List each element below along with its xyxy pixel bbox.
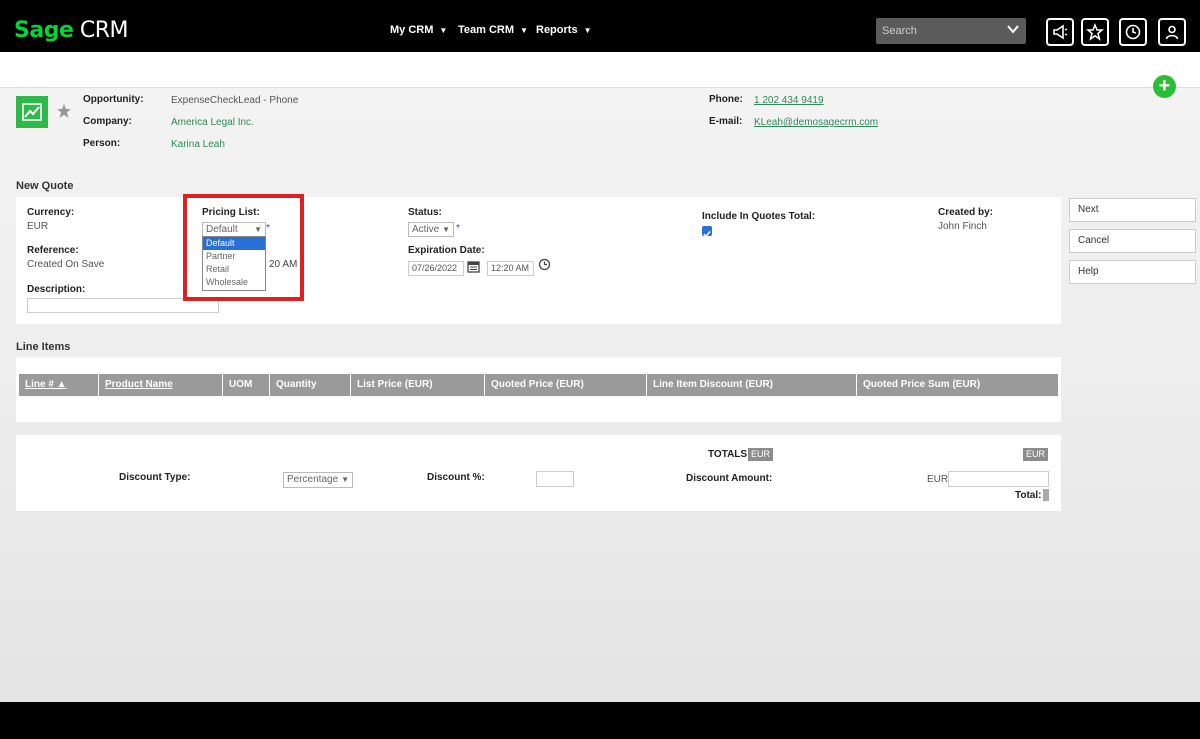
column-line-number[interactable]: Line # ▲: [19, 374, 99, 396]
caret-down-icon: ▼: [439, 26, 448, 35]
totals-label: TOTALS: [708, 449, 748, 460]
reference-value: Created On Save: [27, 259, 105, 270]
discount-amount-input[interactable]: [948, 471, 1049, 487]
status-selected: Active: [412, 224, 440, 235]
checkmark-icon: [703, 231, 711, 238]
bottom-letterbox: [0, 702, 1200, 739]
email-link[interactable]: KLeah@demosagecrm.com: [754, 117, 878, 128]
help-button[interactable]: Help: [1069, 260, 1196, 284]
opportunity-label: Opportunity:: [83, 94, 144, 105]
top-app-bar: Sage CRM My CRM ▼ Team CRM ▼ Reports ▼: [0, 0, 1200, 52]
line-items-title: Line Items: [16, 341, 71, 353]
nav-team-crm[interactable]: Team CRM ▼: [458, 24, 528, 36]
nav-reports[interactable]: Reports ▼: [536, 24, 591, 36]
person-link[interactable]: Karina Leah: [171, 139, 225, 150]
discount-type-select[interactable]: Percentage ▼: [283, 472, 353, 488]
status-select[interactable]: Active ▼: [408, 222, 454, 237]
email-label: E-mail:: [709, 116, 743, 127]
chevron-down-icon: ▼: [341, 475, 349, 484]
phone-link[interactable]: 1 202 434 9419: [754, 95, 824, 106]
column-list-price: List Price (EUR): [351, 374, 485, 396]
reference-label: Reference:: [27, 245, 79, 256]
cancel-button[interactable]: Cancel: [1069, 229, 1196, 253]
column-quantity: Quantity: [270, 374, 351, 396]
logo-product: CRM: [79, 18, 129, 43]
company-link[interactable]: America Legal Inc.: [171, 117, 254, 128]
company-label: Company:: [83, 116, 132, 127]
created-by-value: John Finch: [938, 221, 987, 232]
logo-brand: Sage: [14, 18, 74, 43]
discount-type-label: Discount Type:: [119, 472, 191, 483]
discount-type-selected: Percentage: [287, 474, 339, 485]
opportunity-value: ExpenseCheckLead - Phone: [171, 95, 299, 106]
opportunity-chart-icon: [16, 96, 48, 128]
chevron-down-icon[interactable]: [1006, 22, 1020, 36]
favorite-star-icon[interactable]: [56, 103, 72, 119]
expiration-date-input[interactable]: 07/26/2022: [408, 261, 464, 276]
column-uom: UOM: [223, 374, 270, 396]
required-marker: *: [456, 223, 460, 234]
nav-team-crm-label: Team CRM: [458, 24, 515, 36]
person-label: Person:: [83, 138, 121, 149]
favorites-star-icon[interactable]: [1081, 18, 1109, 46]
column-line-item-discount: Line Item Discount (EUR): [647, 374, 857, 396]
totals-currency-badge-right: EUR: [1023, 448, 1049, 461]
column-quoted-price: Quoted Price (EUR): [485, 374, 647, 396]
totals-currency-badge: EUR: [748, 448, 774, 461]
expiration-time-input[interactable]: 12:20 AM: [487, 261, 534, 276]
new-quote-title: New Quote: [16, 180, 74, 192]
nav-my-crm-label: My CRM: [390, 24, 434, 36]
line-items-table-header: Line # ▲ Product Name UOM Quantity List …: [19, 374, 1058, 396]
discount-percent-input[interactable]: [536, 471, 574, 487]
sage-crm-logo[interactable]: Sage CRM: [14, 18, 129, 43]
next-button[interactable]: Next: [1069, 198, 1196, 222]
caret-down-icon: ▼: [583, 26, 592, 35]
column-quoted-price-sum: Quoted Price Sum (EUR): [863, 379, 981, 390]
screen: Sage CRM My CRM ▼ Team CRM ▼ Reports ▼ S…: [0, 0, 1200, 739]
main-content: + Opportunity: ExpenseCheckLead - Phone …: [0, 52, 1200, 702]
discount-amount-currency: EUR: [927, 474, 949, 485]
column-product-name[interactable]: Product Name: [99, 374, 223, 396]
calendar-icon[interactable]: [467, 260, 480, 273]
add-new-button[interactable]: +: [1153, 75, 1176, 98]
highlight-box: [183, 194, 304, 301]
include-in-quotes-total-label: Include In Quotes Total:: [702, 211, 816, 222]
created-by-label: Created by:: [938, 207, 994, 218]
total-value-field: [1043, 489, 1049, 501]
nav-my-crm[interactable]: My CRM ▼: [390, 24, 447, 36]
total-label: Total:: [1015, 490, 1042, 501]
search-input[interactable]: [876, 18, 1000, 44]
toolbar-strip: [0, 52, 1200, 88]
phone-label: Phone:: [709, 94, 743, 105]
description-label: Description:: [27, 284, 86, 295]
search-box: [876, 18, 1026, 44]
status-label: Status:: [408, 207, 442, 218]
caret-down-icon: ▼: [520, 26, 528, 35]
user-profile-icon[interactable]: [1158, 18, 1186, 46]
chevron-down-icon: ▼: [442, 225, 450, 234]
include-in-quotes-checkbox[interactable]: [702, 226, 712, 238]
recent-clock-icon[interactable]: [1119, 18, 1147, 46]
nav-reports-label: Reports: [536, 24, 578, 36]
clock-icon[interactable]: [538, 258, 551, 271]
discount-percent-label: Discount %:: [427, 472, 485, 483]
megaphone-icon[interactable]: [1046, 18, 1074, 46]
expiration-date-label: Expiration Date:: [408, 245, 485, 256]
discount-amount-label: Discount Amount:: [686, 473, 773, 484]
currency-value: EUR: [27, 221, 49, 232]
currency-label: Currency:: [27, 207, 75, 218]
